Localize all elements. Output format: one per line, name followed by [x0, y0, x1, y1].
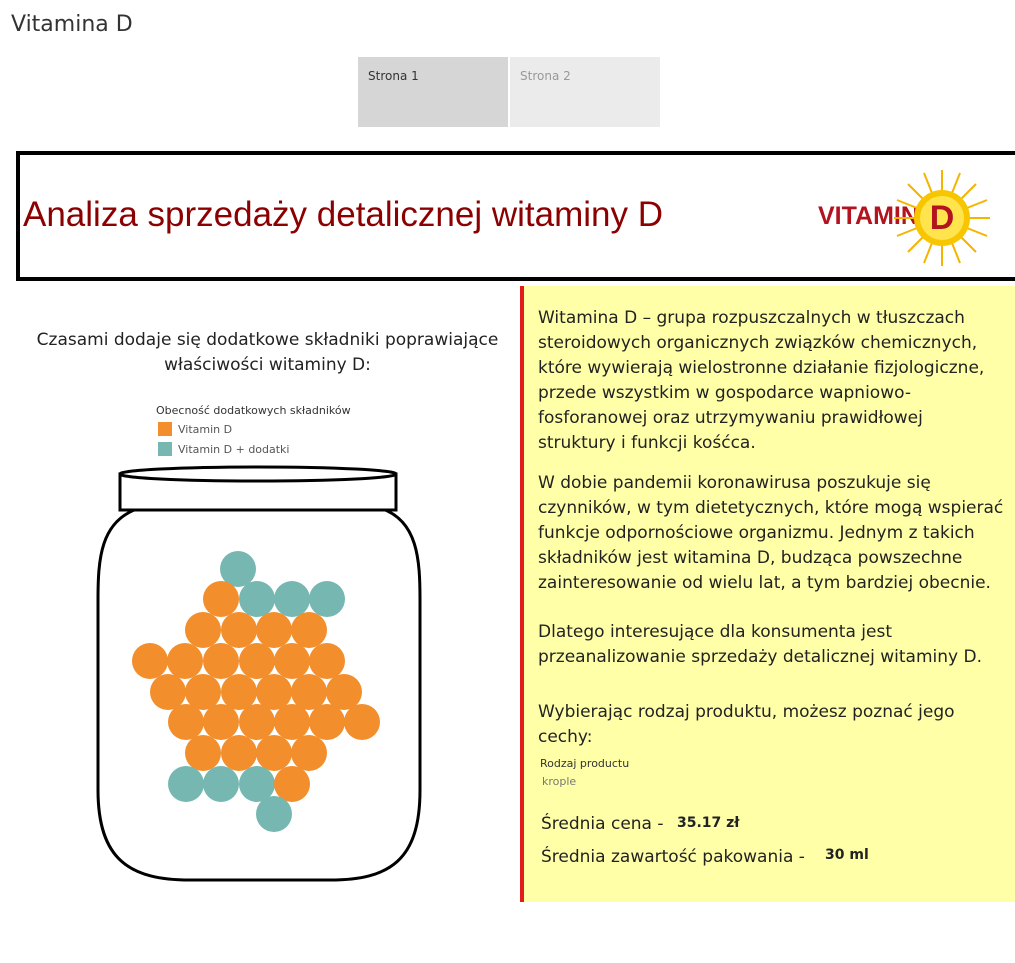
pill-vitamin-d[interactable] — [291, 612, 327, 648]
pill-vitamin-d[interactable] — [309, 643, 345, 679]
legend-item-vitamin-d-dodatki[interactable]: Vitamin D + dodatki — [158, 442, 290, 456]
intro-text: Czasami dodaje się dodatkowe składniki p… — [36, 330, 499, 375]
pill-vitamin-d[interactable] — [168, 704, 204, 740]
legend-label: Vitamin D + dodatki — [178, 442, 290, 456]
app-title: Vitamina D — [11, 12, 133, 37]
pill-vitamin-d[interactable] — [203, 704, 239, 740]
legend-label: Vitamin D — [178, 422, 233, 436]
pill-vitamin-d[interactable] — [274, 643, 310, 679]
pill-vitamin-d[interactable] — [132, 643, 168, 679]
pill-vitamin-d[interactable] — [221, 674, 257, 710]
avg-price-value: 35.17 zł — [677, 815, 740, 831]
avg-volume-label: Średnia zawartość pakowania - — [541, 847, 805, 867]
pill-vitamin-d-dodatki[interactable] — [203, 766, 239, 802]
pill-vitamin-d[interactable] — [256, 612, 292, 648]
pill-vitamin-d-dodatki[interactable] — [239, 581, 275, 617]
tab-strona-1[interactable]: Strona 1 — [358, 57, 508, 127]
pill-vitamin-d[interactable] — [239, 704, 275, 740]
pill-vitamin-d[interactable] — [274, 766, 310, 802]
pill-vitamin-d[interactable] — [221, 735, 257, 771]
pill-vitamin-d-dodatki[interactable] — [309, 581, 345, 617]
legend-item-vitamin-d[interactable]: Vitamin D — [158, 422, 232, 436]
legend-swatch-teal — [158, 442, 172, 456]
tab-strona-2[interactable]: Strona 2 — [510, 57, 660, 127]
pill-vitamin-d-dodatki[interactable] — [274, 581, 310, 617]
pill-vitamin-d[interactable] — [256, 735, 292, 771]
pill-vitamin-d[interactable] — [239, 643, 275, 679]
pill-vitamin-d[interactable] — [203, 643, 239, 679]
avg-volume-value: 30 ml — [825, 847, 869, 863]
avg-price-label: Średnia cena - — [541, 814, 664, 834]
legend-swatch-orange — [158, 422, 172, 436]
pill-vitamin-d[interactable] — [167, 643, 203, 679]
product-type-label: Rodzaj productu — [540, 757, 630, 770]
paragraph-definition: Witamina D – grupa rozpuszczalnych w tłu… — [538, 308, 985, 453]
pill-vitamin-d[interactable] — [203, 581, 239, 617]
paragraph-conclusion: Dlatego interesujące dla konsumenta jest… — [538, 622, 982, 667]
pill-vitamin-d[interactable] — [185, 735, 221, 771]
vitamin-jar-chart — [96, 465, 422, 882]
pill-vitamin-d[interactable] — [309, 704, 345, 740]
product-type-filter[interactable]: krople — [542, 775, 576, 788]
pill-vitamin-d[interactable] — [344, 704, 380, 740]
paragraph-pandemic: W dobie pandemii koronawirusa poszukuje … — [538, 473, 1004, 593]
pill-vitamin-d[interactable] — [185, 612, 221, 648]
vitamin-logo-letter: D — [930, 199, 955, 237]
pill-vitamin-d[interactable] — [274, 704, 310, 740]
legend-title: Obecność dodatkowych składników — [156, 404, 351, 417]
pill-vitamin-d-dodatki[interactable] — [168, 766, 204, 802]
pill-vitamin-d-dodatki[interactable] — [256, 796, 292, 832]
vitamin-d-sun-logo: D — [894, 170, 990, 266]
pill-vitamin-d[interactable] — [291, 735, 327, 771]
pill-vitamin-d[interactable] — [150, 674, 186, 710]
pill-vitamin-d[interactable] — [221, 612, 257, 648]
paragraph-instruction: Wybierając rodzaj produktu, możesz pozna… — [538, 702, 955, 747]
page-title: Analiza sprzedaży detalicznej witaminy D — [23, 195, 663, 234]
jar-lid-top — [118, 465, 398, 483]
